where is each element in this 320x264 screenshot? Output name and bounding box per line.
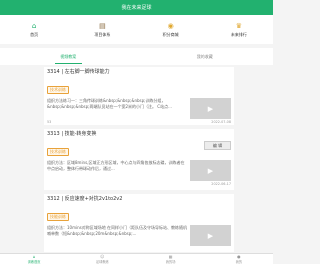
tab-favorites[interactable]: 我的收藏 — [137, 48, 274, 65]
edit-button[interactable]: 编 辑 — [204, 141, 231, 150]
top-nav-home[interactable]: ⌂ 首页 — [0, 15, 68, 44]
bottom-nav-training-home[interactable]: ⌂ 训练首页 — [0, 254, 68, 264]
top-nav-home-label: 首页 — [30, 31, 39, 37]
top-nav-mall[interactable]: ◉ 积分商城 — [137, 15, 205, 44]
app-title-bar: 我在未来足球 — [0, 0, 273, 15]
lesson-date: 2022-06-17 — [211, 182, 231, 186]
bottom-nav: ⌂ 训练首页 ☺ 足球教练 ▦ 我的场 ● 我的 — [0, 253, 273, 264]
category-badge: 技术训练 — [47, 148, 69, 156]
bottom-nav-training-home-label: 训练首页 — [27, 259, 41, 264]
top-nav-ranking[interactable]: ♛ 未来排行 — [205, 15, 273, 44]
tab-favorites-label: 我的收藏 — [196, 53, 213, 59]
lesson-description: 组织方法：10mins对称区域场地 在同样小门（距队伍及守场导标站、教练随机喊单… — [47, 225, 187, 236]
coin-icon: ◉ — [167, 21, 174, 30]
category-badge: 技术训练 — [47, 86, 69, 94]
app-title: 我在未来足球 — [121, 5, 152, 11]
top-nav-system-label: 项目体系 — [94, 31, 111, 37]
lesson-description: 组织方法练习一：三角传球训练&nbsp;&nbsp;&nbsp;训练分组，&nb… — [47, 98, 172, 109]
video-thumbnail[interactable]: ▶ — [190, 160, 231, 181]
bottom-nav-coach[interactable]: ☺ 足球教练 — [68, 254, 136, 264]
tab-video-lessons-label: 视频教案 — [60, 53, 77, 59]
video-icon: ▶ — [207, 166, 214, 175]
tab-video-lessons[interactable]: 视频教案 — [0, 48, 137, 65]
video-thumbnail[interactable]: ▶ — [190, 225, 231, 246]
lesson-card[interactable]: 3314 | 左右脚一脚传球能力 技术训练 组织方法练习一：三角传球训练&nbs… — [44, 67, 234, 125]
lesson-card[interactable]: 3313 | 技能-转身变换 技术训练 编 辑 组织方法：区域8mins,区域正… — [44, 129, 234, 190]
lesson-card[interactable]: 3312 | 反应速度+对抗2v1to2v2 技能训练 组织方法：10mins对… — [44, 194, 234, 252]
top-nav-system[interactable]: ▤ 项目体系 — [68, 15, 136, 44]
lesson-title: 3314 | 左右脚一脚传球能力 — [47, 69, 110, 75]
bottom-nav-field-label: 我的场 — [165, 259, 176, 264]
video-icon: ▶ — [207, 104, 214, 113]
book-icon: ▤ — [99, 21, 106, 30]
category-badge: 技能训练 — [47, 213, 69, 221]
trophy-icon: ♛ — [235, 21, 243, 30]
lesson-title: 3312 | 反应速度+对抗2v1to2v2 — [47, 196, 123, 202]
bottom-nav-profile[interactable]: ● 我的 — [205, 254, 273, 264]
top-nav: ⌂ 首页 ▤ 项目体系 ◉ 积分商城 ♛ 未来排行 — [0, 15, 273, 44]
top-nav-ranking-label: 未来排行 — [230, 31, 247, 37]
home-icon: ⌂ — [31, 21, 37, 30]
lesson-description: 组织方法：区域8mins,区域正方形区域，中心点与四角各放标志碟，训练者在中点启… — [47, 160, 185, 171]
video-thumbnail[interactable]: ▶ — [190, 98, 231, 119]
bottom-nav-coach-label: 足球教练 — [96, 259, 109, 264]
lesson-title: 3313 | 技能-转身变换 — [47, 131, 97, 137]
lesson-date: 2022-07-08 — [211, 120, 231, 124]
lesson-views: 53 — [47, 120, 52, 124]
bottom-nav-field[interactable]: ▦ 我的场 — [137, 254, 205, 264]
bottom-nav-profile-label: 我的 — [235, 259, 243, 264]
top-nav-mall-label: 积分商城 — [162, 31, 179, 37]
video-icon: ▶ — [207, 231, 214, 240]
content-tabs: 视频教案 我的收藏 — [0, 48, 273, 65]
